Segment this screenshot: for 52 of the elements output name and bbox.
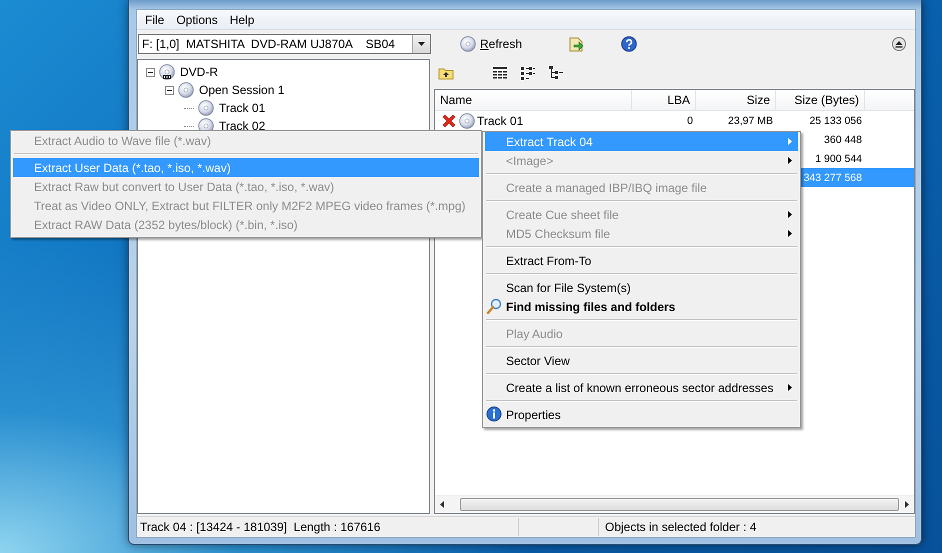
column-header[interactable]: Name	[435, 90, 632, 110]
tree-item[interactable]: Open Session 1	[197, 83, 286, 97]
menu-bar-item[interactable]: File	[139, 10, 170, 28]
submenu-arrow-icon	[788, 384, 792, 391]
table-cell: 23,97 MB	[728, 114, 773, 126]
caret-icon	[904, 501, 909, 508]
details-view-icon[interactable]	[492, 64, 508, 80]
table-cell: Track 01	[477, 114, 524, 128]
disc-icon	[178, 82, 194, 98]
menu-item[interactable]: Find missing files and folders	[485, 297, 798, 316]
help-icon	[621, 36, 638, 52]
menu-item[interactable]: Properties	[485, 405, 798, 424]
status-text: Objects in selected folder : 4	[604, 519, 756, 536]
status-text: Track 04 : [13424 - 181039] Length : 167616	[137, 518, 519, 536]
table-cell: 0	[687, 114, 693, 126]
info-icon	[486, 406, 502, 422]
tree-item[interactable]: DVD-R	[178, 65, 220, 79]
eject-button[interactable]	[889, 35, 909, 53]
menu-item[interactable]: Extract From-To	[485, 251, 798, 270]
search-icon	[486, 298, 502, 314]
table-cell: 343 277 568	[804, 172, 862, 184]
table-cell: 25 133 056	[809, 114, 862, 126]
menu-item[interactable]: Sector View	[485, 351, 798, 370]
list-view-icon[interactable]	[520, 64, 536, 80]
expand-toggle[interactable]	[165, 86, 174, 94]
menu-bar-item[interactable]: Options	[170, 10, 224, 28]
tree-view-icon[interactable]	[548, 64, 564, 80]
column-header[interactable]: Size	[696, 90, 776, 110]
menu-item[interactable]: Scan for File System(s)	[485, 278, 798, 297]
drive-select[interactable]: F: [1,0] MATSHITA DVD-RAM UJ870A SB04	[138, 34, 431, 54]
list-row[interactable]: Track 01 0 23,97 MB 25 133 056	[435, 111, 914, 130]
disc-icon	[460, 36, 476, 52]
expand-toggle[interactable]	[146, 68, 155, 76]
column-header[interactable]: LBA	[632, 90, 696, 110]
disc-icon	[459, 112, 475, 128]
column-header[interactable]: Size (Bytes)	[776, 90, 865, 110]
tree-item[interactable]: Track 02	[217, 119, 268, 133]
submenu-arrow-icon	[788, 157, 792, 164]
submenu-arrow-icon	[788, 138, 792, 145]
eject-icon	[892, 37, 906, 51]
submenu-arrow-icon	[788, 211, 792, 218]
submenu-arrow-icon	[788, 230, 792, 237]
document-arrow-icon	[568, 36, 586, 52]
refresh-button[interactable]: Refresh	[457, 34, 526, 54]
scrollbar-thumb[interactable]	[460, 498, 900, 511]
menu-item[interactable]: Create a list of known erroneous sector addresses	[485, 378, 798, 397]
drive-icon	[159, 64, 175, 80]
disc-icon	[198, 100, 214, 116]
caret-icon	[440, 501, 444, 508]
menu-bar-item[interactable]: Help	[224, 10, 260, 28]
caret-icon	[418, 42, 425, 46]
tree-item[interactable]: Track 01	[217, 101, 268, 115]
